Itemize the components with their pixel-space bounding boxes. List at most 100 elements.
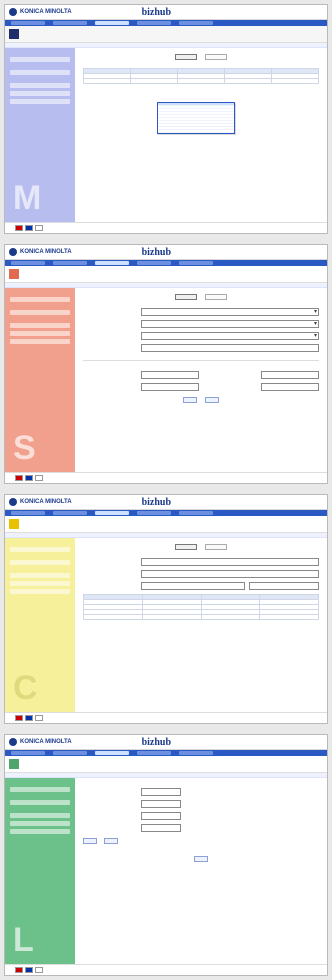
sidebar-line xyxy=(10,581,70,586)
text-input[interactable] xyxy=(141,800,181,808)
text-input[interactable] xyxy=(141,383,199,391)
form-row xyxy=(83,582,319,590)
sidebar-line xyxy=(10,813,70,818)
title-bar xyxy=(5,756,327,773)
language-flags xyxy=(15,967,43,973)
flag-icon[interactable] xyxy=(25,967,33,973)
dropdown-menu[interactable] xyxy=(157,102,235,134)
action-button-1[interactable] xyxy=(183,397,198,403)
right-links xyxy=(311,178,317,184)
nav-tab[interactable] xyxy=(53,751,87,755)
language-flags xyxy=(15,475,43,481)
section-letter: M xyxy=(13,179,42,217)
text-input[interactable] xyxy=(261,383,319,391)
nav-tab[interactable] xyxy=(137,21,171,25)
bottom-button[interactable] xyxy=(194,856,208,862)
top-bar: KONICA MINOLTA bizhub xyxy=(5,5,327,20)
table-row[interactable] xyxy=(83,614,319,620)
subtab-2[interactable] xyxy=(205,294,227,300)
flag-icon[interactable] xyxy=(15,475,23,481)
sidebar-line xyxy=(10,297,70,302)
konica-minolta-logo-icon xyxy=(9,498,17,506)
table-cell xyxy=(83,78,131,84)
sidebar-line xyxy=(10,70,70,75)
flag-icon[interactable] xyxy=(35,967,43,973)
nav-tab[interactable] xyxy=(11,511,45,515)
sidebar-line xyxy=(10,829,70,834)
form-row xyxy=(83,800,319,808)
flag-icon[interactable] xyxy=(15,715,23,721)
text-input[interactable] xyxy=(141,812,181,820)
table-row[interactable] xyxy=(83,78,319,84)
text-input[interactable] xyxy=(141,570,319,578)
data-table xyxy=(83,68,319,84)
action-button-2[interactable] xyxy=(104,838,119,844)
nav-tab-active[interactable] xyxy=(95,21,129,25)
text-input[interactable] xyxy=(141,788,181,796)
flag-icon[interactable] xyxy=(35,715,43,721)
form-row xyxy=(83,308,319,316)
bottom-action xyxy=(83,856,319,864)
nav-tab-active[interactable] xyxy=(95,511,129,515)
subtab-1[interactable] xyxy=(175,294,197,300)
nav-tab[interactable] xyxy=(137,261,171,265)
text-input[interactable] xyxy=(141,824,181,832)
footer xyxy=(5,964,327,975)
action-button-1[interactable] xyxy=(83,838,97,844)
nav-tab[interactable] xyxy=(179,511,213,515)
sidebar-line xyxy=(10,323,70,328)
form-row xyxy=(83,344,319,352)
sidebar-line xyxy=(10,547,70,552)
text-input[interactable] xyxy=(141,582,245,590)
sidebar-line xyxy=(10,800,70,805)
nav-tab[interactable] xyxy=(53,261,87,265)
section-letter: S xyxy=(13,429,36,467)
nav-tab-active[interactable] xyxy=(95,751,129,755)
actions xyxy=(83,838,319,846)
flag-icon[interactable] xyxy=(15,967,23,973)
nav-tab[interactable] xyxy=(11,751,45,755)
screen-m: KONICA MINOLTA bizhub M xyxy=(4,4,328,234)
flag-icon[interactable] xyxy=(15,225,23,231)
actions xyxy=(83,397,319,405)
subtab-2[interactable] xyxy=(205,54,227,60)
table-cell xyxy=(177,78,225,84)
nav-tab[interactable] xyxy=(53,21,87,25)
nav-tab-active[interactable] xyxy=(95,261,129,265)
nav-tab[interactable] xyxy=(137,511,171,515)
brand-name: KONICA MINOLTA xyxy=(20,249,72,255)
nav-tab[interactable] xyxy=(179,261,213,265)
flag-icon[interactable] xyxy=(35,225,43,231)
nav-tab[interactable] xyxy=(53,511,87,515)
nav-tab[interactable] xyxy=(137,751,171,755)
sidebar-line xyxy=(10,339,70,344)
sidebar-line xyxy=(10,821,70,826)
flag-icon[interactable] xyxy=(25,715,33,721)
product-name: bizhub xyxy=(141,246,172,258)
flag-icon[interactable] xyxy=(35,475,43,481)
action-button-2[interactable] xyxy=(204,397,219,403)
select-field[interactable] xyxy=(141,308,319,316)
footer xyxy=(5,712,327,723)
text-input[interactable] xyxy=(261,371,319,379)
form-row xyxy=(83,812,319,820)
dropdown-option[interactable] xyxy=(158,130,234,133)
flag-icon[interactable] xyxy=(25,225,33,231)
table-cell xyxy=(271,78,319,84)
nav-tab[interactable] xyxy=(179,21,213,25)
nav-tab[interactable] xyxy=(179,751,213,755)
select-field[interactable] xyxy=(141,332,319,340)
form-row xyxy=(83,558,319,566)
subtab-2[interactable] xyxy=(205,544,227,550)
select-field[interactable] xyxy=(141,320,319,328)
flag-icon[interactable] xyxy=(25,475,33,481)
nav-tab[interactable] xyxy=(11,261,45,265)
text-input[interactable] xyxy=(141,344,319,352)
top-bar: KONICA MINOLTA bizhub xyxy=(5,735,327,750)
text-input[interactable] xyxy=(141,558,319,566)
nav-tab[interactable] xyxy=(11,21,45,25)
subtab-1[interactable] xyxy=(175,54,197,60)
subtab-1[interactable] xyxy=(175,544,197,550)
text-input[interactable] xyxy=(141,371,199,379)
screen-c: KONICA MINOLTA bizhub C xyxy=(4,494,328,724)
